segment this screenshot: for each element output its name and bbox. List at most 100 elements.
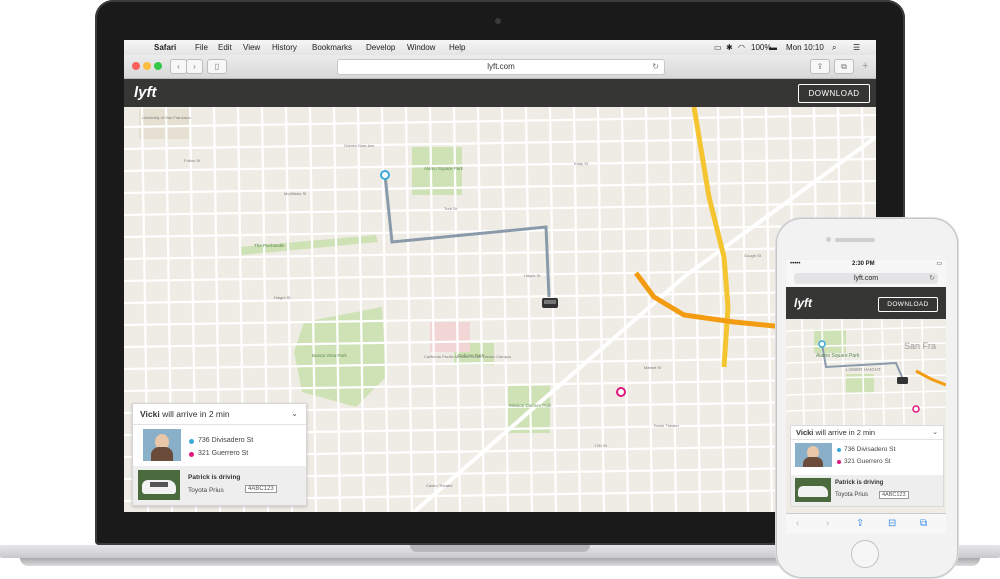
phone-ride-card[interactable]: Vicki will arrive in 2 min ⌄ 736 Divisad… [790, 425, 944, 507]
phone-map-label: Alamo Square Park [816, 353, 860, 359]
lyft-logo[interactable]: lyft [134, 84, 157, 101]
phone-tabs-icon[interactable]: ⧉ [920, 518, 927, 529]
dropoff-marker-icon[interactable] [616, 387, 626, 397]
arrival-text: will arrive in 2 min [162, 409, 230, 419]
phone-dropoff-address: 321 Guerrero St [844, 458, 891, 465]
phone-map-view[interactable]: Alamo Square Park LOWER HAIGHT San Fra [786, 319, 946, 425]
front-camera-icon [826, 237, 831, 242]
phone-forward-icon[interactable]: › [826, 518, 829, 529]
phone-car-photo [795, 478, 831, 502]
phone-address-bar: lyft.com ↻ [786, 270, 946, 288]
laptop-screen: Safari File Edit View History Bookmarks … [124, 40, 876, 512]
menu-edit[interactable]: Edit [218, 43, 232, 52]
phone-park [814, 329, 846, 353]
driver-first-name: Vicki [140, 409, 160, 419]
driver-status: Patrick is driving [188, 474, 241, 481]
share-icon[interactable]: ⇪ [810, 59, 830, 74]
phone-arrival-title: Vicki will arrive in 2 min [796, 428, 875, 437]
arrival-title: Vicki will arrive in 2 min [140, 409, 230, 419]
notification-center-icon[interactable]: ☰ [853, 43, 860, 52]
zoom-window-icon[interactable] [154, 62, 162, 70]
hospital-area [430, 322, 470, 352]
phone-map-label: LOWER HAIGHT [846, 367, 881, 372]
download-button[interactable]: DOWNLOAD [798, 84, 870, 103]
wifi-icon[interactable]: ◠ [738, 43, 745, 52]
street-label: Fulton St [184, 158, 201, 163]
pickup-dot-icon [189, 439, 194, 444]
street-label: Turk St [444, 206, 458, 211]
menu-file[interactable]: File [195, 43, 208, 52]
home-button[interactable] [851, 540, 879, 568]
menu-develop[interactable]: Develop [366, 43, 395, 52]
passenger-avatar [143, 429, 181, 461]
spotlight-search-icon[interactable]: ⌕ [832, 43, 836, 53]
sidebar-toggle-icon[interactable]: ▯ [207, 59, 227, 74]
site-header: lyft DOWNLOAD [124, 79, 876, 107]
mac-menu-bar: Safari File Edit View History Bookmarks … [124, 40, 876, 55]
car-model: Toyota Prius [188, 487, 224, 494]
chevron-down-icon[interactable]: ⌄ [291, 409, 298, 418]
pickup-marker-icon[interactable] [380, 170, 390, 180]
phone-download-button[interactable]: DOWNLOAD [878, 297, 938, 312]
battery-icon[interactable]: ▬ [769, 43, 777, 52]
phone-arrival-text: will arrive in 2 min [815, 428, 876, 437]
ride-status-card[interactable]: Vicki will arrive in 2 min ⌄ 736 Divisad… [132, 403, 307, 506]
phone-pickup-address: 736 Divisadero St [844, 446, 896, 453]
phone-card-divider [791, 439, 943, 440]
place-label: Roxie Theater [654, 423, 680, 428]
phone-pickup-dot-icon [837, 448, 841, 452]
phone-site-header: lyft DOWNLOAD [786, 287, 946, 319]
street-label: McAllister St [284, 191, 307, 196]
street-label: Golden Gate Ave [344, 143, 375, 148]
camera-icon [495, 18, 501, 24]
phone-pickup-marker-icon[interactable] [818, 340, 826, 348]
new-tab-button[interactable]: + [862, 60, 868, 72]
minimize-window-icon[interactable] [143, 62, 151, 70]
menu-help[interactable]: Help [449, 43, 465, 52]
safari-toolbar: ‹ › ▯ lyft.com ↻ ⇪ ⧉ + [124, 55, 876, 79]
phone-screen: ••••• 2:30 PM ▭ lyft.com ↻ lyft DOWNLOAD [786, 260, 946, 534]
menu-bookmarks[interactable]: Bookmarks [312, 43, 352, 52]
dropoff-dot-icon [189, 452, 194, 457]
place-label: Alamo Square Park [424, 166, 464, 171]
phone-car-marker-icon[interactable] [897, 377, 908, 384]
phone-clock: 2:30 PM [852, 261, 875, 267]
menu-view[interactable]: View [243, 43, 260, 52]
phone-chevron-down-icon[interactable]: ⌄ [932, 428, 938, 436]
street-label: Hayes St [524, 273, 541, 278]
car-photo [138, 470, 180, 500]
back-button[interactable]: ‹ [170, 59, 187, 74]
bluetooth-icon[interactable]: ✱ [726, 43, 733, 52]
menu-history[interactable]: History [272, 43, 297, 52]
menu-window[interactable]: Window [407, 43, 435, 52]
laptop-notch [410, 545, 590, 552]
place-label: Castro Theatre [426, 483, 453, 488]
phone-share-icon[interactable]: ⇪ [856, 518, 864, 529]
phone-driver-first-name: Vicki [796, 428, 814, 437]
menu-app-name[interactable]: Safari [154, 43, 176, 52]
card-divider [133, 424, 306, 425]
address-url: lyft.com [487, 62, 515, 71]
place-label: Buena Vista Park [312, 353, 347, 358]
phone-license-plate: 4ABC123 [879, 491, 909, 499]
phone-bookmarks-icon[interactable]: ⊟ [888, 518, 896, 529]
phone-dropoff-marker-icon[interactable] [912, 405, 920, 413]
menu-clock[interactable]: Mon 10:10 [786, 43, 824, 52]
signal-strength: ••••• [790, 261, 801, 267]
close-window-icon[interactable] [132, 62, 140, 70]
street-label: 17th St [594, 443, 608, 448]
tabs-overview-icon[interactable]: ⧉ [834, 59, 854, 74]
phone-url-field[interactable]: lyft.com ↻ [794, 273, 938, 284]
forward-button[interactable]: › [186, 59, 203, 74]
airplay-icon[interactable]: ▭ [714, 43, 722, 52]
phone-reload-icon[interactable]: ↻ [929, 273, 935, 284]
phone-lyft-logo[interactable]: lyft [794, 296, 812, 310]
street-label: Haight St [274, 295, 291, 300]
reload-icon[interactable]: ↻ [652, 60, 659, 74]
phone-driver-row: Patrick is driving Toyota Prius 4ABC123 [791, 475, 943, 506]
address-bar[interactable]: lyft.com ↻ [337, 59, 665, 75]
phone-safari-toolbar: ‹ › ⇪ ⊟ ⧉ [786, 513, 946, 534]
street-label: Gough St [744, 253, 762, 258]
phone-back-icon[interactable]: ‹ [796, 518, 799, 529]
phone-passenger-avatar [795, 443, 832, 467]
